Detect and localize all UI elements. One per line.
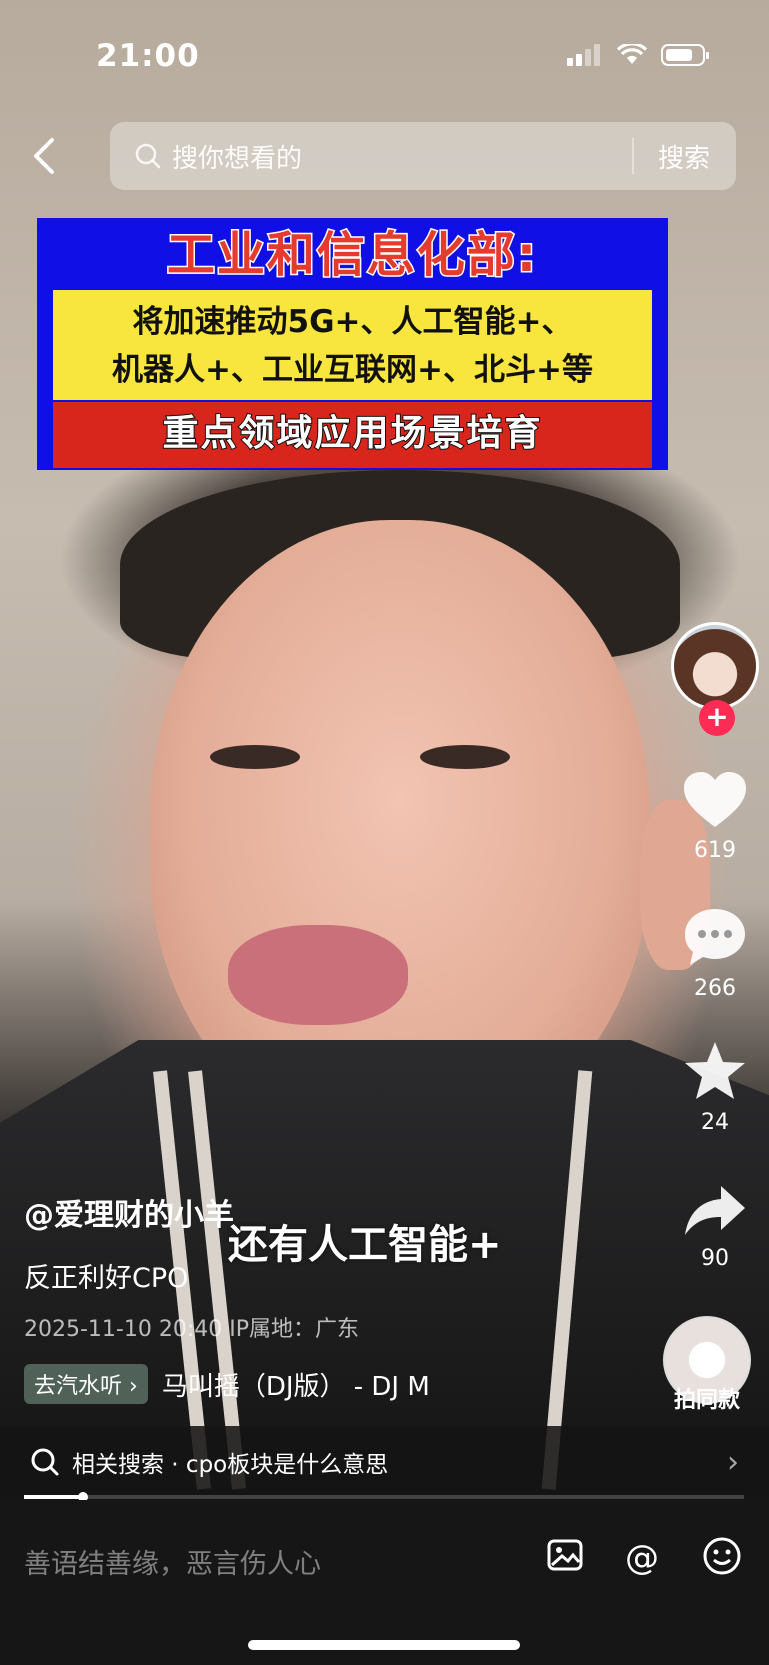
like-count: 619: [694, 838, 736, 863]
image-icon[interactable]: [543, 1536, 587, 1580]
search-button[interactable]: 搜索: [634, 138, 736, 175]
emoji-icon[interactable]: [700, 1536, 744, 1580]
chevron-left-icon: [34, 138, 54, 174]
share-icon: [685, 1186, 745, 1235]
video-progress-bar[interactable]: [24, 1492, 744, 1502]
comment-count: 266: [694, 976, 736, 1001]
mention-icon[interactable]: @: [620, 1536, 664, 1580]
author-avatar[interactable]: [671, 622, 759, 710]
share-button[interactable]: 90: [667, 1182, 763, 1271]
heart-icon: [684, 772, 746, 827]
music-row[interactable]: 去汽水听 › 马叫摇（DJ版） - DJ M: [24, 1364, 482, 1404]
battery-icon: [661, 44, 709, 66]
comment-input[interactable]: 善语结善缘，恶言伤人心: [24, 1542, 321, 1581]
status-time: 21:00: [96, 38, 200, 74]
banner-yellow-block: 将加速推动5G+、人工智能+、 机器人+、工业互联网+、北斗+等: [53, 290, 652, 400]
comment-icon: [685, 909, 745, 965]
status-icons: [567, 44, 709, 66]
video-subtitle: 还有人工智能+: [228, 1222, 502, 1268]
banner-title: 工业和信息化部:: [165, 226, 539, 285]
search-icon: [31, 1448, 59, 1476]
related-search-bar[interactable]: 相关搜索 · cpo板块是什么意思 ›: [0, 1426, 769, 1498]
video-banner: 工业和信息化部: 将加速推动5G+、人工智能+、 机器人+、工业互联网+、北斗+…: [37, 218, 668, 470]
search-bar[interactable]: 搜你想看的 搜索: [110, 122, 736, 190]
banner-line-3: 重点领域应用场景培育: [53, 402, 652, 468]
favorite-button[interactable]: 24: [667, 1040, 763, 1135]
video-subject-eye: [210, 745, 300, 769]
music-name: 马叫摇（DJ版） - DJ M: [161, 1371, 430, 1402]
comment-button[interactable]: 266: [667, 906, 763, 1001]
post-meta: 2025-11-10 20:40 IP属地：广东: [24, 1317, 359, 1342]
signal-icon: [567, 44, 603, 66]
chevron-right-icon: ›: [727, 1444, 739, 1480]
star-icon: [685, 1042, 745, 1099]
banner-line-2: 机器人+、工业互联网+、北斗+等: [112, 352, 593, 388]
wifi-icon: [617, 44, 647, 64]
favorite-count: 24: [701, 1110, 729, 1135]
home-indicator[interactable]: [248, 1640, 520, 1650]
video-subject-eye: [420, 745, 510, 769]
back-button[interactable]: [28, 136, 68, 184]
search-input[interactable]: 搜你想看的: [172, 138, 632, 175]
search-icon: [135, 143, 161, 169]
listen-in-app-label: 去汽水听: [34, 1374, 123, 1399]
video-subject-mouth: [228, 925, 408, 1025]
related-search-text: 相关搜索 · cpo板块是什么意思: [72, 1452, 389, 1478]
banner-line-1: 将加速推动5G+、人工智能+、: [132, 304, 573, 340]
like-button[interactable]: 619: [667, 770, 763, 863]
listen-in-app-tag[interactable]: 去汽水听 ›: [24, 1364, 148, 1404]
share-count: 90: [701, 1246, 729, 1271]
same-style-button[interactable]: 拍同款: [659, 1316, 755, 1414]
follow-button[interactable]: +: [699, 700, 735, 736]
same-style-label: 拍同款: [673, 1388, 740, 1413]
video-progress-fill: [24, 1495, 82, 1499]
